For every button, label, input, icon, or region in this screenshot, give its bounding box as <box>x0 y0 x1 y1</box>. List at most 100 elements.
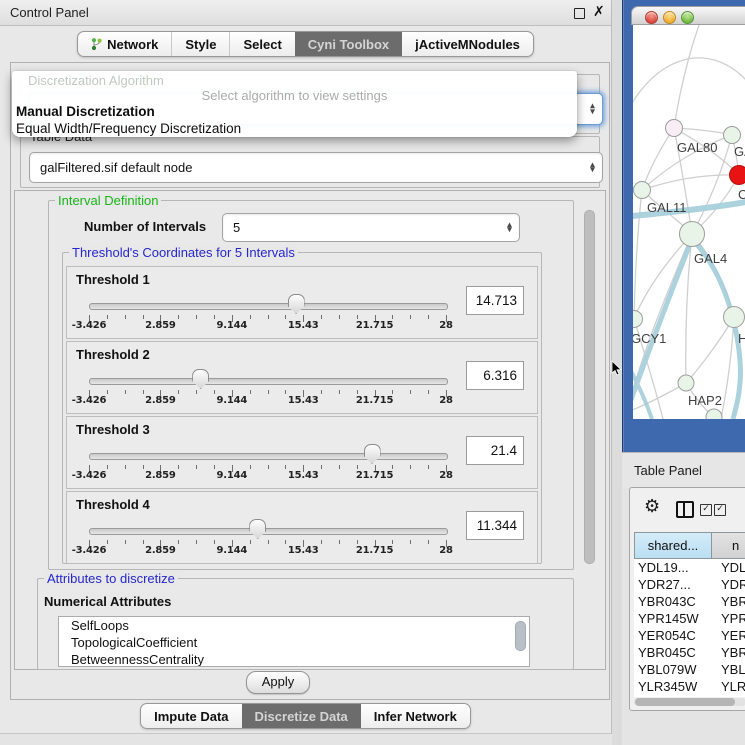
attributes-list-scrollbar[interactable] <box>515 621 526 651</box>
threshold-1-slider-thumb[interactable] <box>288 294 305 314</box>
gear-icon[interactable]: ⚙ <box>644 496 660 517</box>
threshold-3-slider-thumb[interactable] <box>364 444 381 464</box>
node-label-partial-mid: C <box>738 187 745 202</box>
tab-select[interactable]: Select <box>229 32 294 56</box>
cell-shared-name[interactable]: YIL052C <box>634 695 713 697</box>
attribute-list-item[interactable]: BetweennessCentrality <box>59 651 529 667</box>
cell-shared-name[interactable]: YER054C <box>634 627 713 644</box>
dropdown-option-equal-width-frequency[interactable]: Equal Width/Frequency Discretization <box>15 121 574 138</box>
float-window-icon[interactable] <box>574 8 585 19</box>
threshold-3-slider-track[interactable] <box>89 453 448 460</box>
table-row[interactable]: YBL079WYBL0 <box>634 661 745 678</box>
tab-jactivemnodules[interactable]: jActiveMNodules <box>402 32 533 56</box>
threshold-2-value-field[interactable] <box>466 361 524 390</box>
node-gcy1[interactable] <box>633 311 643 328</box>
cell-name[interactable]: YBR0 <box>713 593 745 610</box>
table-row[interactable]: YLR345WYLR3 <box>634 678 745 695</box>
table-data-combo[interactable]: galFiltered.sif default node ▲▼ <box>29 152 603 183</box>
close-icon[interactable]: ✗ <box>593 4 605 20</box>
node-bottom[interactable] <box>706 409 722 419</box>
cell-name[interactable]: YDR2 <box>713 576 745 593</box>
tick-mark <box>107 315 108 319</box>
node-right-mid[interactable] <box>724 307 745 328</box>
tab-style[interactable]: Style <box>171 32 229 56</box>
node-gal4[interactable] <box>680 222 705 247</box>
tab-cyni-toolbox[interactable]: Cyni Toolbox <box>295 32 402 56</box>
tick-label: -3.426 <box>66 545 112 556</box>
tick-mark <box>285 465 286 469</box>
attribute-list-item[interactable]: SelfLoops <box>59 617 529 634</box>
cell-shared-name[interactable]: YBR043C <box>634 593 713 610</box>
network-canvas[interactable]: GAL80 GA C GAL11 GAL4 GCY1 H HAP2 <box>633 25 745 419</box>
tick-mark <box>392 465 393 469</box>
number-of-intervals-combo[interactable]: 5 ▲▼ <box>222 213 520 242</box>
cell-shared-name[interactable]: YDL19... <box>634 559 713 576</box>
tab-network[interactable]: Network <box>78 32 171 56</box>
table-row[interactable]: YDL19...YDL1 <box>634 559 745 576</box>
threshold-1-label: Threshold 1 <box>76 272 150 287</box>
tick-mark <box>321 465 322 469</box>
apply-button[interactable]: Apply <box>246 671 310 694</box>
cell-shared-name[interactable]: YPR145W <box>634 610 713 627</box>
tab-discretize-data[interactable]: Discretize Data <box>242 704 361 728</box>
node-red-selected[interactable] <box>730 166 745 185</box>
settings-vertical-scrollbar[interactable] <box>584 210 595 564</box>
cell-name[interactable]: YBR0 <box>713 644 745 661</box>
checkbox-checked-icon[interactable]: ✓ <box>700 504 712 516</box>
tick-label: 28 <box>423 395 469 406</box>
column-header-shared-name[interactable]: shared... <box>634 532 712 559</box>
threshold-1-slider-track[interactable] <box>89 303 448 310</box>
tick-mark <box>357 540 358 544</box>
dropdown-option-manual-discretization[interactable]: Manual Discretization <box>15 104 574 121</box>
table-row[interactable]: YDR27...YDR2 <box>634 576 745 593</box>
cell-name[interactable]: YBL0 <box>713 661 745 678</box>
threshold-4-value-field[interactable] <box>466 511 524 540</box>
cell-name[interactable]: YLR3 <box>713 678 745 695</box>
threshold-2-slider-thumb[interactable] <box>192 369 209 389</box>
tab-impute-data[interactable]: Impute Data <box>141 704 241 728</box>
cell-name[interactable]: YPR1 <box>713 610 745 627</box>
table-row[interactable]: YBR043CYBR0 <box>634 593 745 610</box>
minimize-traffic-light[interactable] <box>663 11 676 24</box>
cell-shared-name[interactable]: YBR045C <box>634 644 713 661</box>
zoom-traffic-light[interactable] <box>681 11 694 24</box>
node-gal80[interactable] <box>666 120 683 137</box>
cell-shared-name[interactable]: YLR345W <box>634 678 713 695</box>
table-row[interactable]: YER054CYER0 <box>634 627 745 644</box>
threshold-4-slider-thumb[interactable] <box>249 519 266 539</box>
numerical-attributes-list[interactable]: SelfLoopsTopologicalCoefficientBetweenne… <box>58 616 530 667</box>
tick-mark <box>392 540 393 544</box>
threshold-4-slider-track[interactable] <box>89 528 448 535</box>
close-traffic-light[interactable] <box>645 11 658 24</box>
node-hap2[interactable] <box>678 375 694 391</box>
checkbox-checked-icon[interactable]: ✓ <box>714 504 726 516</box>
table-row[interactable]: YIL052CYIL0 <box>634 695 745 697</box>
columns-icon[interactable] <box>676 501 694 518</box>
cell-name[interactable]: YDL1 <box>713 559 745 576</box>
cell-name[interactable]: YIL0 <box>713 695 745 697</box>
table-row[interactable]: YBR045CYBR0 <box>634 644 745 661</box>
tab-infer-network[interactable]: Infer Network <box>361 704 470 728</box>
table-hscrollbar-thumb[interactable] <box>635 698 735 706</box>
column-header-name[interactable]: n <box>712 532 745 559</box>
cell-name[interactable]: YER0 <box>713 627 745 644</box>
table-horizontal-scrollbar[interactable] <box>634 698 745 706</box>
tick-mark <box>107 540 108 544</box>
threshold-1-value-field[interactable] <box>466 286 524 315</box>
threshold-2-slider-track[interactable] <box>89 378 448 385</box>
table-body[interactable]: YDL19...YDL1YDR27...YDR2YBR043CYBR0YPR14… <box>634 559 745 697</box>
tick-mark <box>196 465 197 469</box>
cell-shared-name[interactable]: YDR27... <box>634 576 713 593</box>
node-gal11[interactable] <box>634 182 651 199</box>
node-label-partial-low: H <box>738 331 745 346</box>
chevron-updown-icon[interactable]: ▲▼ <box>590 162 595 173</box>
attribute-list-item[interactable]: TopologicalCoefficient <box>59 634 529 651</box>
chevron-updown-icon[interactable]: ▲▼ <box>507 222 512 233</box>
cell-shared-name[interactable]: YBL079W <box>634 661 713 678</box>
node-top-right[interactable] <box>724 127 741 144</box>
table-row[interactable]: YPR145WYPR1 <box>634 610 745 627</box>
tick-mark <box>392 390 393 394</box>
tick-mark <box>339 315 340 319</box>
chevron-updown-icon[interactable]: ▲▼ <box>590 104 595 115</box>
threshold-3-value-field[interactable] <box>466 436 524 465</box>
